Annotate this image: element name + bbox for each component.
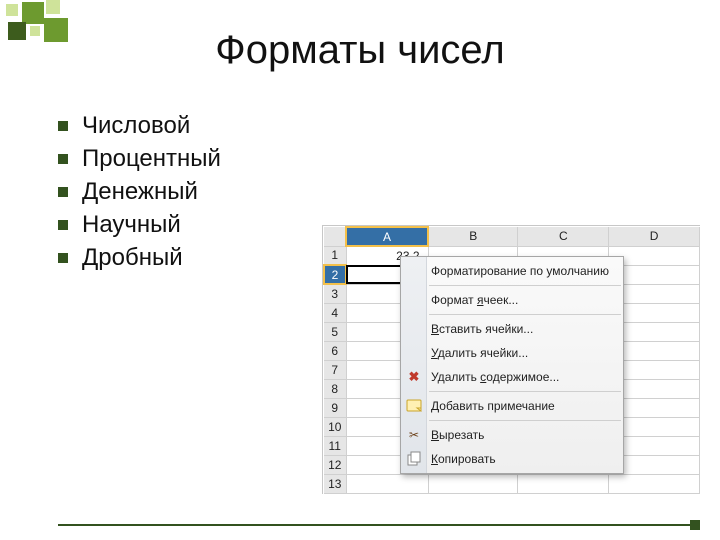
deco-square (46, 0, 60, 14)
bullet-label: Дробный (82, 241, 183, 274)
menu-separator (429, 420, 621, 421)
bullet-label: Денежный (82, 175, 198, 208)
menu-item-label: Удалить содержимое... (431, 370, 559, 384)
bullet-square-icon (58, 154, 68, 164)
menu-item-label: Добавить примечание (431, 399, 555, 413)
menu-item[interactable]: Копировать (401, 447, 623, 471)
row-header[interactable]: 13 (324, 474, 346, 493)
row-header[interactable]: 11 (324, 436, 346, 455)
row-header[interactable]: 12 (324, 455, 346, 474)
row-header[interactable]: 6 (324, 341, 346, 360)
footer-rule (58, 524, 700, 526)
deco-square (6, 4, 18, 16)
menu-item-label: Копировать (431, 452, 496, 466)
menu-item[interactable]: Добавить примечание (401, 394, 623, 418)
menu-item[interactable]: Форматирование по умолчанию (401, 259, 623, 283)
context-menu: Форматирование по умолчанию Формат ячеек.… (400, 256, 624, 474)
menu-item[interactable]: Вставить ячейки... (401, 317, 623, 341)
row-header[interactable]: 7 (324, 360, 346, 379)
menu-item-label: Форматирование по умолчанию (431, 264, 609, 278)
deco-square (44, 18, 68, 42)
row-header[interactable]: 1 (324, 246, 346, 265)
menu-separator (429, 391, 621, 392)
bullet-square-icon (58, 253, 68, 263)
bullet-square-icon (58, 187, 68, 197)
menu-item-label: Вставить ячейки... (431, 322, 533, 336)
menu-item-label: Формат ячеек... (431, 293, 518, 307)
slide-decoration (0, 0, 120, 60)
row-header[interactable]: 10 (324, 417, 346, 436)
bullet-square-icon (58, 121, 68, 131)
row-header[interactable]: 8 (324, 379, 346, 398)
row-header[interactable]: 3 (324, 284, 346, 303)
column-header-B[interactable]: B (428, 227, 518, 246)
cell[interactable] (609, 474, 700, 493)
note-icon (405, 397, 423, 415)
column-header-C[interactable]: C (518, 227, 609, 246)
menu-separator (429, 314, 621, 315)
menu-item[interactable]: Формат ячеек... (401, 288, 623, 312)
cell[interactable] (428, 474, 518, 493)
cut-icon: ✂ (405, 426, 423, 444)
menu-item[interactable]: ✖ Удалить содержимое... (401, 365, 623, 389)
bullet-label: Научный (82, 208, 181, 241)
copy-icon (405, 450, 423, 468)
bullet-list: ЧисловойПроцентныйДенежныйНаучныйДробный (58, 109, 221, 275)
deco-square (30, 26, 40, 36)
menu-item[interactable]: ✂ Вырезать (401, 423, 623, 447)
menu-item-label: Вырезать (431, 428, 484, 442)
row-header[interactable]: 2 (324, 265, 346, 284)
select-all-corner[interactable] (324, 227, 346, 246)
row-header[interactable]: 5 (324, 322, 346, 341)
bullet-item: Денежный (58, 175, 221, 208)
bullet-item: Процентный (58, 142, 221, 175)
deco-square (22, 2, 44, 24)
cell[interactable] (346, 474, 428, 493)
menu-item-label: Удалить ячейки... (431, 346, 528, 360)
bullet-label: Процентный (82, 142, 221, 175)
bullet-item: Числовой (58, 109, 221, 142)
cell[interactable] (518, 474, 609, 493)
menu-separator (429, 285, 621, 286)
column-header-D[interactable]: D (609, 227, 700, 246)
deco-square (8, 22, 26, 40)
bullet-item: Научный (58, 208, 221, 241)
bullet-item: Дробный (58, 241, 221, 274)
bullet-square-icon (58, 220, 68, 230)
bullet-label: Числовой (82, 109, 190, 142)
menu-item[interactable]: Удалить ячейки... (401, 341, 623, 365)
delete-icon: ✖ (405, 368, 423, 386)
row-header[interactable]: 9 (324, 398, 346, 417)
footer-square-icon (690, 520, 700, 530)
row-header[interactable]: 4 (324, 303, 346, 322)
column-header-A[interactable]: A (346, 227, 428, 246)
